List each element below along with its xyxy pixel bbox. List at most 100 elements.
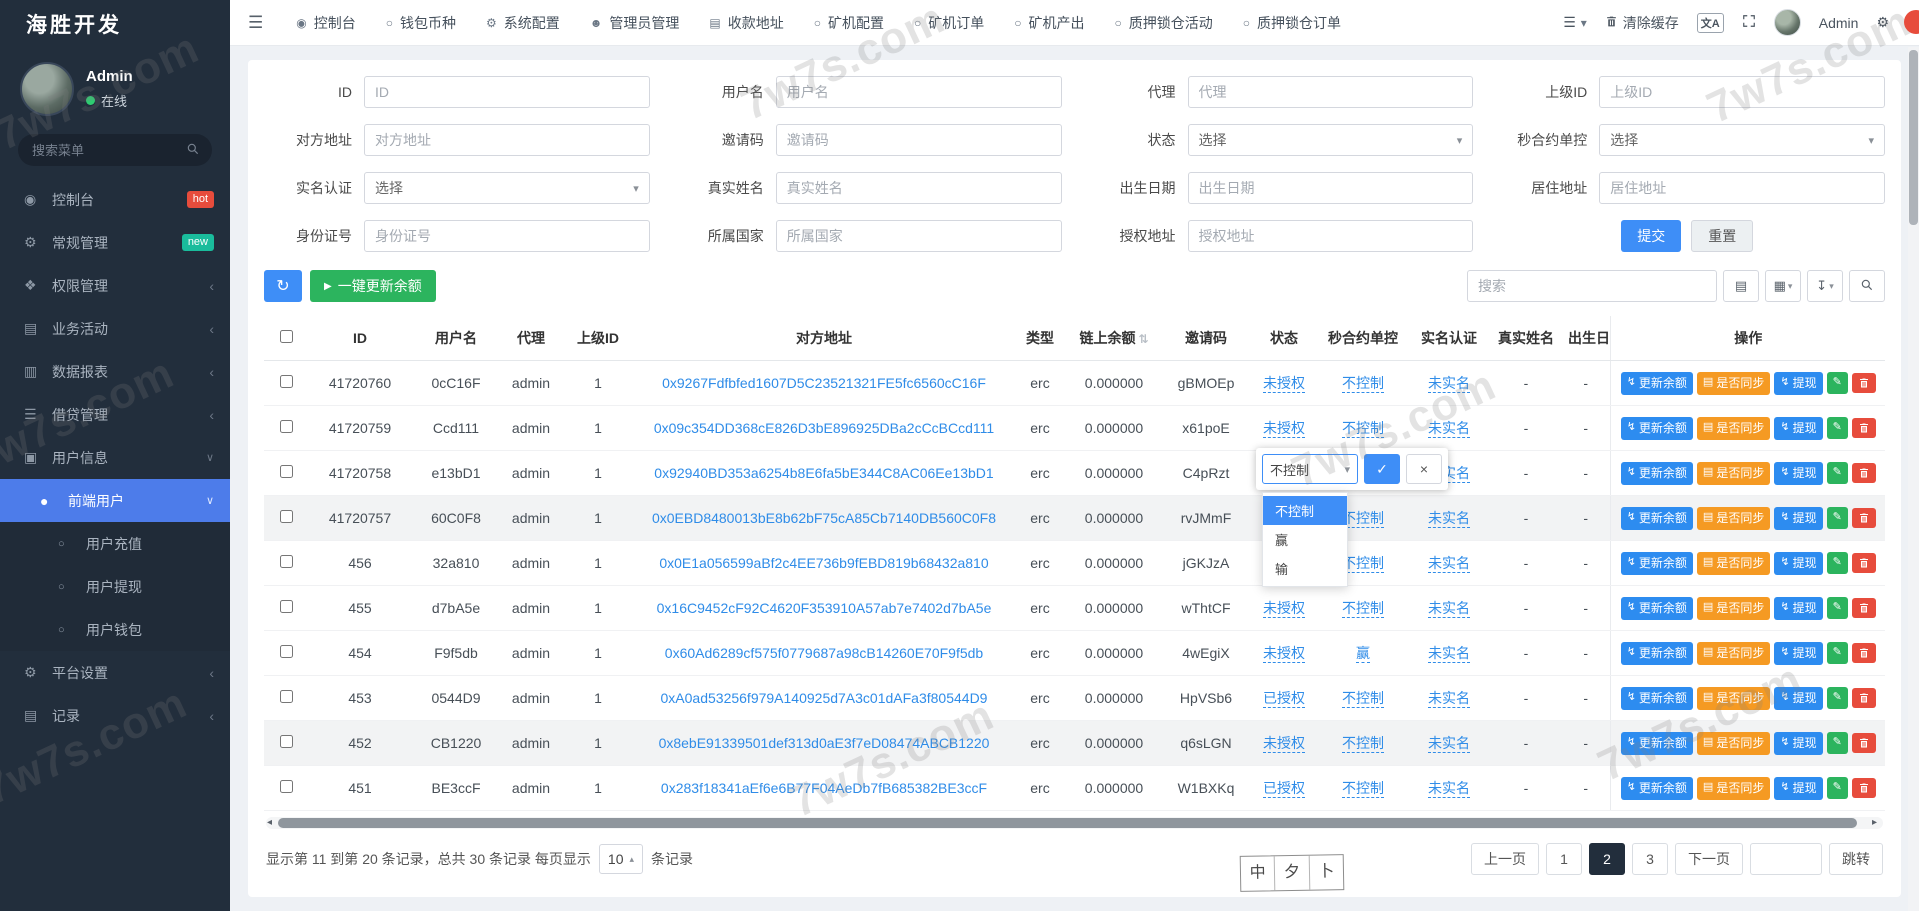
control-link[interactable]: 不控制	[1342, 600, 1384, 618]
sidebar-item[interactable]: ⚙平台设置‹	[0, 651, 230, 694]
realname_auth-link[interactable]: 未实名	[1428, 600, 1470, 618]
vertical-scrollbar-thumb[interactable]	[1909, 50, 1918, 225]
filter-input-5[interactable]	[776, 124, 1062, 156]
column-header[interactable]: 状态	[1250, 316, 1318, 361]
column-header[interactable]: 秒合约单控	[1318, 316, 1408, 361]
withdraw-button[interactable]: ↯提现	[1774, 687, 1822, 710]
withdraw-button[interactable]: ↯提现	[1774, 372, 1822, 395]
row-checkbox[interactable]	[280, 690, 293, 703]
delete-button[interactable]	[1852, 373, 1876, 393]
sync-button[interactable]: ▤是否同步	[1697, 507, 1770, 530]
status-link[interactable]: 未授权	[1263, 420, 1305, 438]
status-link[interactable]: 未授权	[1263, 375, 1305, 393]
scroll-right-arrow-icon[interactable]: ▸	[1872, 817, 1877, 829]
control-link[interactable]: 不控制	[1342, 420, 1384, 438]
withdraw-button[interactable]: ↯提现	[1774, 642, 1822, 665]
sync-button[interactable]: ▤是否同步	[1697, 597, 1770, 620]
control-link[interactable]: 不控制	[1342, 690, 1384, 708]
control-link[interactable]: 赢	[1356, 645, 1370, 663]
filter-input-11[interactable]	[1599, 172, 1885, 204]
address-link[interactable]: 0x0E1a056599aBf2c4EE736b9fEBD819b68432a8…	[659, 555, 988, 571]
column-header[interactable]: 对方地址	[634, 316, 1014, 361]
address-link[interactable]: 0x60Ad6289cf575f0779687a98cB14260E70F9f5…	[665, 645, 983, 661]
delete-button[interactable]	[1852, 688, 1876, 708]
sidebar-item[interactable]: ○用户钱包	[0, 608, 230, 651]
update-balance-button[interactable]: ↯更新余额	[1621, 462, 1693, 485]
topnav-item[interactable]: ○矿机配置	[799, 0, 899, 45]
topnav-item[interactable]: ☻管理员管理	[575, 0, 695, 45]
sync-button[interactable]: ▤是否同步	[1697, 462, 1770, 485]
filter-input-3[interactable]	[1599, 76, 1885, 108]
reset-button[interactable]: 重置	[1691, 220, 1753, 252]
gear-icon[interactable]: ⚙	[1876, 14, 1889, 31]
menu-search-input[interactable]	[18, 134, 212, 166]
address-link[interactable]: 0x283f18341aEf6e6B77F04AeDb7fB685382BE3c…	[661, 780, 987, 796]
edit-button[interactable]: ✎	[1827, 642, 1848, 664]
update-balance-button[interactable]: ↯更新余额	[1621, 372, 1693, 395]
control-option[interactable]: 赢	[1263, 525, 1347, 554]
horizontal-scrollbar[interactable]: ◂ ▸	[266, 817, 1883, 829]
update-balance-button[interactable]: ↯更新余额	[1621, 732, 1693, 755]
row-checkbox[interactable]	[280, 780, 293, 793]
page-button-3[interactable]: 3	[1632, 843, 1668, 875]
address-link[interactable]: 0x16C9452cF92C4620F353910A57ab7e7402d7bA…	[657, 600, 992, 616]
column-header[interactable]: 类型	[1014, 316, 1066, 361]
sidebar-item[interactable]: ☰借贷管理‹	[0, 393, 230, 436]
edit-button[interactable]: ✎	[1827, 597, 1848, 619]
withdraw-button[interactable]: ↯提现	[1774, 462, 1822, 485]
control-link[interactable]: 不控制	[1342, 510, 1384, 528]
topnav-item[interactable]: ○矿机产出	[999, 0, 1099, 45]
realname_auth-link[interactable]: 未实名	[1428, 555, 1470, 573]
sidebar-item[interactable]: ○用户提现	[0, 565, 230, 608]
column-header[interactable]: 代理	[500, 316, 562, 361]
address-link[interactable]: 0xA0ad53256f979A140925d7A3c01dAFa3f80544…	[661, 690, 988, 706]
vertical-scrollbar[interactable]	[1908, 47, 1919, 911]
page-size-select[interactable]: 10 ▴	[599, 844, 643, 874]
topnav-item[interactable]: ▤收款地址	[694, 0, 798, 45]
filter-select-8[interactable]: 选择▾	[364, 172, 650, 204]
edit-button[interactable]: ✎	[1827, 732, 1848, 754]
control-option[interactable]: 输	[1263, 554, 1347, 583]
control-link[interactable]: 不控制	[1342, 780, 1384, 798]
row-checkbox[interactable]	[280, 465, 293, 478]
address-link[interactable]: 0x0EBD8480013bE8b62bF75cA85Cb7140DB560C0…	[652, 510, 996, 526]
confirm-button[interactable]: ✓	[1364, 454, 1400, 484]
sidebar-item[interactable]: ▣用户信息∨	[0, 436, 230, 479]
batch-update-balance-button[interactable]: ▶ 一键更新余额	[310, 270, 436, 302]
address-link[interactable]: 0x9267Fdfbfed1607D5C23521321FE5fc6560cC1…	[662, 375, 986, 391]
sync-button[interactable]: ▤是否同步	[1697, 732, 1770, 755]
delete-button[interactable]	[1852, 418, 1876, 438]
withdraw-button[interactable]: ↯提现	[1774, 597, 1822, 620]
row-checkbox[interactable]	[280, 375, 293, 388]
sidebar-item[interactable]: ●前端用户∨	[0, 479, 230, 522]
row-checkbox[interactable]	[280, 645, 293, 658]
export-button[interactable]: ↧▾	[1807, 270, 1843, 302]
admin-menu[interactable]: Admin	[1819, 15, 1859, 31]
hamburger-icon[interactable]: ☰	[230, 13, 281, 33]
control-link[interactable]: 不控制	[1342, 375, 1384, 393]
filter-input-2[interactable]	[1188, 76, 1474, 108]
edit-button[interactable]: ✎	[1827, 417, 1848, 439]
page-button-1[interactable]: 1	[1546, 843, 1582, 875]
scroll-left-arrow-icon[interactable]: ◂	[267, 817, 272, 829]
row-checkbox[interactable]	[280, 510, 293, 523]
sync-button[interactable]: ▤是否同步	[1697, 552, 1770, 575]
realname_auth-link[interactable]: 未实名	[1428, 510, 1470, 528]
filter-input-4[interactable]	[364, 124, 650, 156]
fullscreen-button[interactable]	[1742, 14, 1756, 31]
columns-button[interactable]: ▦▾	[1765, 270, 1801, 302]
update-balance-button[interactable]: ↯更新余额	[1621, 417, 1693, 440]
update-balance-button[interactable]: ↯更新余额	[1621, 507, 1693, 530]
topnav-item[interactable]: ○矿机订单	[899, 0, 999, 45]
cancel-button[interactable]: ×	[1406, 454, 1442, 484]
delete-button[interactable]	[1852, 643, 1876, 663]
edit-button[interactable]: ✎	[1827, 552, 1848, 574]
update-balance-button[interactable]: ↯更新余额	[1621, 777, 1693, 800]
row-checkbox[interactable]	[280, 555, 293, 568]
update-balance-button[interactable]: ↯更新余额	[1621, 687, 1693, 710]
withdraw-button[interactable]: ↯提现	[1774, 552, 1822, 575]
column-header[interactable]: 用户名	[412, 316, 500, 361]
sync-button[interactable]: ▤是否同步	[1697, 687, 1770, 710]
sidebar-item[interactable]: ◉控制台hot	[0, 178, 230, 221]
filter-select-6[interactable]: 选择▾	[1188, 124, 1474, 156]
